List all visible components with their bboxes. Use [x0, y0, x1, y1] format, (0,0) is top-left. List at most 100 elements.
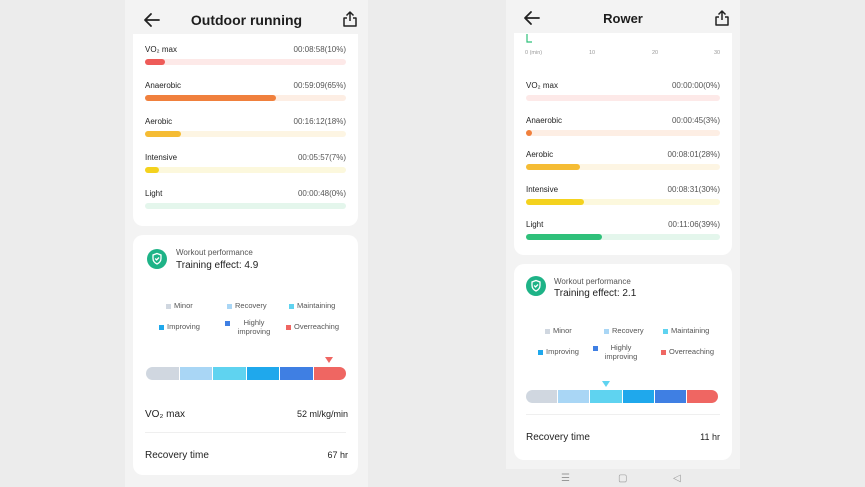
zone-track — [145, 203, 346, 209]
scale-segment — [590, 390, 623, 403]
legend-swatch — [661, 350, 666, 355]
zone-fill — [526, 199, 585, 205]
zone-light: Light 00:11:06(39%) — [526, 220, 720, 254]
axis-tick: 20 — [652, 50, 659, 56]
legend-swatch — [227, 304, 232, 309]
scale-segment — [280, 367, 314, 380]
legend-label: Highly improving — [237, 318, 271, 336]
home-nav-icon[interactable]: ▢ — [618, 473, 627, 484]
zone-time: 00:00:00(0%) — [671, 81, 720, 90]
zone-track — [526, 164, 720, 170]
scale-segment — [558, 390, 591, 403]
metric-value: 67 hr — [327, 450, 348, 460]
training-effect-marker — [324, 357, 333, 363]
legend-improving: Improving — [159, 322, 200, 332]
zone-name: Aerobic — [526, 150, 554, 159]
zone-fill — [145, 167, 160, 173]
zone-anaerobic: Anaerobic 00:00:45(3%) — [526, 116, 720, 150]
zone-time: 00:00:45(3%) — [671, 116, 720, 125]
metric-value: 11 hr — [700, 432, 720, 442]
scale-segment — [686, 390, 718, 403]
legend-minor: Minor — [545, 326, 572, 336]
legend-improving: Improving — [538, 347, 579, 357]
legend-swatch — [604, 329, 609, 334]
screen-rower: Rower 0 (min) 10 20 30 VO₂ max 00:00:00(… — [506, 0, 740, 487]
legend-label: Maintaining — [297, 301, 336, 310]
menu-nav-icon[interactable]: ☰ — [561, 473, 570, 484]
axis-tick: 10 — [589, 50, 596, 56]
zone-time: 00:59:09(65%) — [293, 81, 346, 90]
zone-intensive: Intensive 00:08:31(30%) — [526, 185, 720, 219]
zone-time: 00:00:48(0%) — [297, 189, 346, 198]
legend-maintaining: Maintaining — [289, 301, 336, 311]
zone-time: 00:08:31(30%) — [667, 185, 720, 194]
legend-recovery: Recovery — [604, 326, 644, 336]
zone-fill — [526, 130, 532, 136]
shield-check-icon — [147, 249, 167, 269]
legend-recovery: Recovery — [227, 301, 267, 311]
back-nav-icon[interactable]: ◁ — [673, 473, 681, 484]
scale-segment — [654, 390, 687, 403]
zone-fill — [145, 59, 166, 65]
legend-label: Maintaining — [671, 326, 710, 335]
training-effect-scale — [146, 367, 346, 380]
zone-name: Intensive — [526, 185, 559, 194]
training-effect-value: Training effect: 4.9 — [176, 260, 259, 271]
legend-label: Minor — [174, 301, 193, 310]
axis-tick: 30 — [714, 50, 721, 56]
legend-label: Improving — [546, 347, 579, 356]
metric-label: Recovery time — [526, 432, 590, 443]
legend-label: Improving — [167, 322, 200, 331]
legend-label: Recovery — [612, 326, 644, 335]
workout-performance-card: Workout performance Training effect: 4.9… — [133, 235, 358, 475]
zone-time: 00:16:12(18%) — [293, 117, 346, 126]
scale-segment — [526, 390, 559, 403]
zone-name: Aerobic — [145, 117, 173, 126]
training-effect-scale — [526, 390, 718, 403]
legend-swatch — [159, 325, 164, 330]
scale-segment — [622, 390, 655, 403]
metric-label: Recovery time — [145, 450, 209, 461]
zone-name: Anaerobic — [145, 81, 182, 90]
legend-overreaching: Overreaching — [661, 347, 714, 357]
zone-time: 00:11:06(39%) — [668, 220, 720, 229]
legend-swatch — [286, 325, 291, 330]
zone-aerobic: Aerobic 00:16:12(18%) — [145, 117, 346, 151]
zone-name: Intensive — [145, 153, 178, 162]
zone-vo2max: VO₂ max 00:08:58(10%) — [145, 45, 346, 79]
zone-name: Anaerobic — [526, 116, 563, 125]
legend-swatch — [225, 321, 230, 326]
zone-track — [526, 130, 720, 136]
zone-track — [145, 131, 346, 137]
zone-anaerobic: Anaerobic 00:59:09(65%) — [145, 81, 346, 115]
zone-light: Light 00:00:48(0%) — [145, 189, 346, 223]
zone-name: VO₂ max — [526, 81, 558, 90]
legend-minor: Minor — [166, 301, 193, 311]
divider — [145, 432, 346, 433]
zone-name: Light — [526, 220, 544, 229]
scale-segment — [146, 367, 180, 380]
legend-swatch — [545, 329, 550, 334]
share-icon[interactable] — [342, 10, 358, 28]
system-navigation-bar: ☰ ▢ ◁ — [506, 469, 740, 487]
zone-time: 00:05:57(7%) — [297, 153, 346, 162]
scale-segment — [313, 367, 346, 380]
zone-name: VO₂ max — [145, 45, 177, 54]
training-effect-marker — [601, 381, 610, 387]
metric-label: VO₂ max — [145, 409, 185, 420]
legend-swatch — [538, 350, 543, 355]
heart-rate-zones-card: 0 (min) 10 20 30 VO₂ max 00:00:00(0%) An… — [514, 33, 732, 255]
zone-track — [145, 167, 346, 173]
scale-segment — [246, 367, 280, 380]
zone-intensive: Intensive 00:05:57(7%) — [145, 153, 346, 187]
legend-overreaching: Overreaching — [286, 322, 339, 332]
zone-track — [526, 234, 720, 240]
chart-edge-mark — [526, 34, 532, 43]
workout-label: Workout performance — [176, 248, 253, 257]
page-title: Outdoor running — [190, 12, 303, 28]
zone-fill — [526, 234, 602, 240]
scale-segment — [213, 367, 247, 380]
legend-label: Recovery — [235, 301, 267, 310]
shield-check-icon — [526, 276, 546, 296]
share-icon[interactable] — [714, 9, 730, 27]
